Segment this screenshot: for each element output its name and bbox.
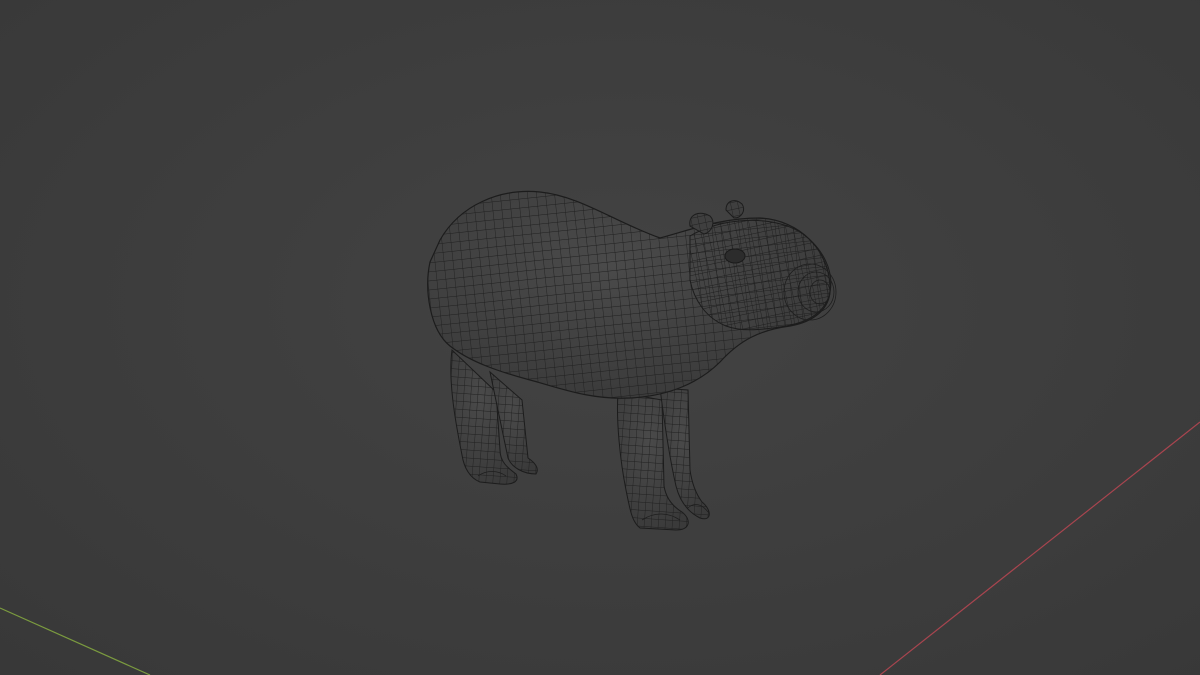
x-axis-line	[879, 421, 1200, 675]
viewport-canvas	[0, 190, 1200, 675]
3d-viewport[interactable]	[0, 0, 1200, 675]
capybara-head	[689, 219, 832, 331]
y-axis-line	[0, 607, 151, 675]
capybara-mesh[interactable]	[427, 190, 837, 531]
capybara-eye	[724, 248, 746, 264]
